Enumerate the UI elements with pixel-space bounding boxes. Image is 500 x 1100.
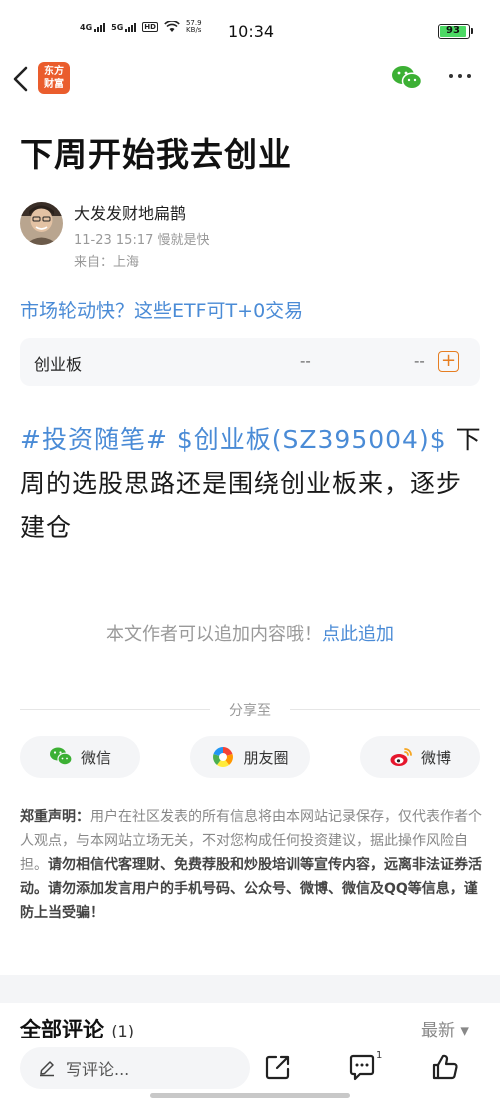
home-indicator bbox=[150, 1093, 350, 1098]
bottom-action-bar: 写评论... 1 bbox=[0, 1038, 500, 1100]
append-note-text: 本文作者可以追加内容哦！ bbox=[106, 624, 322, 645]
cellular-signal-2-icon: 5G bbox=[111, 22, 137, 32]
stock-name: 创业板 bbox=[34, 355, 83, 374]
status-bar: 4G 5G HD 57.9 KB/s 10:34 93 bbox=[0, 0, 500, 56]
comment-placeholder: 写评论... bbox=[66, 1060, 130, 1079]
stock-quote-card[interactable]: 创业板 -- -- + bbox=[20, 338, 480, 386]
nav-bar: 东方 财富 bbox=[0, 56, 500, 102]
stock-change: -- bbox=[414, 352, 425, 370]
hd-icon: HD bbox=[142, 22, 158, 32]
share-label: 分享至 bbox=[229, 703, 271, 719]
back-arrow-icon[interactable] bbox=[10, 64, 32, 94]
share-weibo-label: 微博 bbox=[420, 748, 451, 767]
post-location: 来自：上海 bbox=[74, 255, 140, 270]
pencil-icon bbox=[40, 1061, 54, 1077]
stock-tag-link[interactable]: $创业板(SZ395004)$ bbox=[177, 425, 447, 454]
post-time: 11-23 15:17 慢就是快 bbox=[74, 233, 210, 248]
comment-count-badge: 1 bbox=[376, 1050, 383, 1061]
app-logo[interactable]: 东方 财富 bbox=[38, 62, 70, 94]
like-icon[interactable] bbox=[430, 1052, 460, 1082]
share-weibo-button[interactable]: 微博 bbox=[360, 736, 480, 778]
wechat-share-icon[interactable] bbox=[391, 64, 423, 92]
share-moments-button[interactable]: 朋友圈 bbox=[190, 736, 310, 778]
share-wechat-button[interactable]: 微信 bbox=[20, 736, 140, 778]
more-options-icon[interactable] bbox=[449, 74, 471, 78]
share-divider: 分享至 bbox=[20, 700, 480, 720]
battery-level: 93 bbox=[440, 26, 467, 37]
logo-text-1: 东方 bbox=[44, 66, 64, 77]
append-link[interactable]: 点此追加 bbox=[322, 624, 394, 645]
wechat-icon bbox=[49, 747, 73, 766]
disclaimer-warning: 请勿相信代客理财、免费荐股和炒股培训等宣传内容，远离非法证券活动。请勿添加发言用… bbox=[20, 857, 482, 921]
battery-icon: 93 bbox=[438, 24, 473, 39]
network-speed: 57.9 KB/s bbox=[186, 20, 202, 34]
author-avatar[interactable] bbox=[20, 202, 63, 245]
post-title: 下周开始我去创业 bbox=[20, 135, 292, 174]
append-note: 本文作者可以追加内容哦！点此追加 bbox=[0, 620, 500, 646]
cellular-signal-icon: 4G bbox=[80, 22, 106, 32]
logo-text-2: 财富 bbox=[44, 79, 64, 90]
speed-unit: KB/s bbox=[186, 26, 202, 34]
moments-icon bbox=[213, 747, 234, 767]
weibo-icon bbox=[390, 748, 412, 766]
disclaimer-heading: 郑重声明： bbox=[20, 809, 90, 825]
share-moments-label: 朋友圈 bbox=[243, 748, 289, 767]
network-type-2: 5G bbox=[111, 22, 124, 32]
etf-promo-link[interactable]: 市场轮动快？这些ETF可T+0交易 bbox=[20, 296, 303, 323]
post-body: #投资随笔# $创业板(SZ395004)$ 下周的选股思路还是围绕创业板来，逐… bbox=[20, 418, 482, 550]
share-icon[interactable] bbox=[263, 1052, 293, 1082]
legal-disclaimer: 郑重声明：用户在社区发表的所有信息将由本网站记录保存，仅代表作者个人观点，与本网… bbox=[20, 805, 482, 925]
wifi-icon bbox=[164, 21, 180, 32]
share-wechat-label: 微信 bbox=[80, 748, 111, 767]
network-type-1: 4G bbox=[80, 22, 93, 32]
comment-icon[interactable] bbox=[347, 1052, 377, 1082]
section-divider bbox=[0, 975, 500, 1003]
author-name[interactable]: 大发发财地扁鹊 bbox=[74, 200, 186, 224]
comment-input[interactable]: 写评论... bbox=[20, 1047, 250, 1089]
clock: 10:34 bbox=[228, 22, 275, 41]
add-watchlist-button[interactable]: + bbox=[438, 351, 459, 372]
signal-group: 4G 5G HD 57.9 KB/s bbox=[80, 20, 202, 34]
stock-price: -- bbox=[300, 352, 311, 370]
topic-tag-link[interactable]: #投资随笔# bbox=[20, 425, 168, 454]
